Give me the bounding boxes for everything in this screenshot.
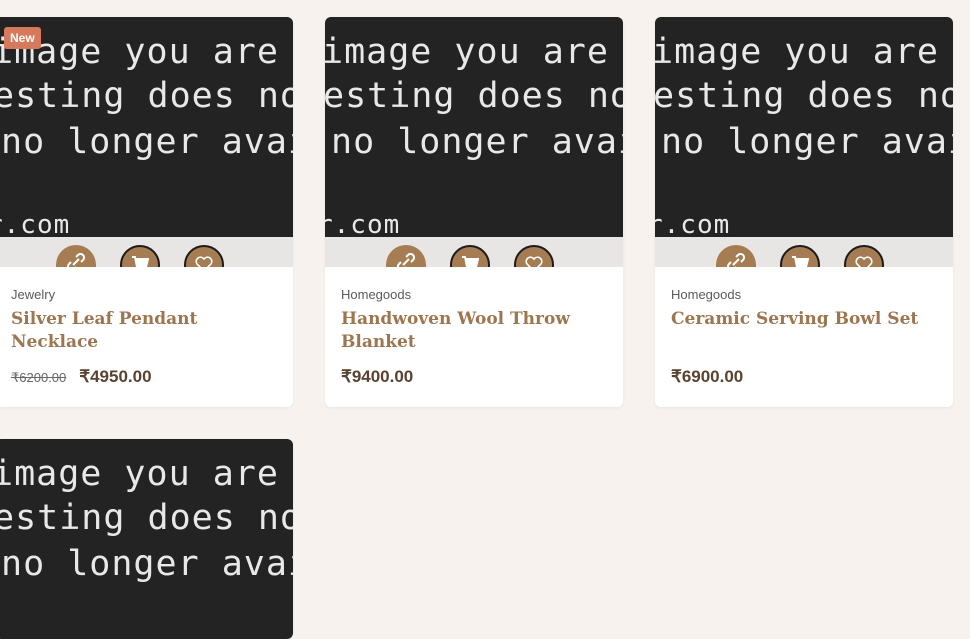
product-actions xyxy=(325,237,623,267)
cart-icon xyxy=(792,256,809,267)
product-card[interactable]: image you are esting does not r no longe… xyxy=(0,439,293,639)
product-title[interactable]: Handwoven Wool Throw Blanket xyxy=(341,308,607,354)
product-price: ₹9400.00 xyxy=(341,367,414,386)
new-badge: New xyxy=(4,27,41,49)
product-image[interactable]: image you are esting does not r no longe… xyxy=(655,17,953,237)
placeholder-text: image you are xyxy=(655,32,939,72)
quick-view-button[interactable] xyxy=(56,245,96,267)
placeholder-text: r.com xyxy=(0,210,71,237)
original-price: ₹6200.00 xyxy=(11,370,67,385)
wishlist-button[interactable] xyxy=(844,245,884,267)
product-card[interactable]: New image you are esting does not r no l… xyxy=(0,17,293,407)
product-image[interactable]: image you are esting does not r no longe… xyxy=(0,439,293,639)
placeholder-text: no longer availa xyxy=(1,122,293,162)
placeholder-text: esting does not r xyxy=(0,498,293,538)
product-category: Homegoods xyxy=(671,287,742,302)
product-category: Jewelry xyxy=(11,287,56,302)
product-price: ₹6900.00 xyxy=(671,367,744,386)
placeholder-text: esting does not r xyxy=(0,76,293,116)
placeholder-text: no longer availa xyxy=(661,122,953,162)
wishlist-button[interactable] xyxy=(184,245,224,267)
heart-icon xyxy=(525,256,543,267)
quick-view-button[interactable] xyxy=(716,245,756,267)
link-icon xyxy=(67,253,85,267)
product-image[interactable]: image you are esting does not r no longe… xyxy=(325,17,623,237)
product-price: ₹4950.00 xyxy=(79,367,152,386)
product-title[interactable]: Silver Leaf Pendant Necklace xyxy=(11,308,277,354)
quick-view-button[interactable] xyxy=(386,245,426,267)
heart-icon xyxy=(195,256,213,267)
product-image[interactable]: New image you are esting does not r no l… xyxy=(0,17,293,237)
link-icon xyxy=(397,253,415,267)
add-to-cart-button[interactable] xyxy=(450,245,490,267)
product-category: Homegoods xyxy=(341,287,412,302)
wishlist-button[interactable] xyxy=(514,245,554,267)
heart-icon xyxy=(855,256,873,267)
product-actions xyxy=(0,237,293,267)
placeholder-text: no longer availa xyxy=(331,122,623,162)
cart-icon xyxy=(462,256,479,267)
placeholder-text: r.com xyxy=(655,210,731,237)
placeholder-text: image you are xyxy=(0,32,279,72)
placeholder-text: r.com xyxy=(325,210,401,237)
add-to-cart-button[interactable] xyxy=(120,245,160,267)
placeholder-text: esting does not r xyxy=(655,76,953,116)
product-title[interactable]: Ceramic Serving Bowl Set xyxy=(671,308,937,354)
cart-icon xyxy=(132,256,149,267)
placeholder-text: image you are xyxy=(325,32,609,72)
product-card[interactable]: image you are esting does not r no longe… xyxy=(655,17,953,407)
add-to-cart-button[interactable] xyxy=(780,245,820,267)
product-card[interactable]: image you are esting does not r no longe… xyxy=(325,17,623,407)
product-actions xyxy=(655,237,953,267)
link-icon xyxy=(727,253,745,267)
placeholder-text: image you are xyxy=(0,454,279,494)
placeholder-text: no longer availa xyxy=(1,544,293,584)
placeholder-text: esting does not r xyxy=(325,76,623,116)
